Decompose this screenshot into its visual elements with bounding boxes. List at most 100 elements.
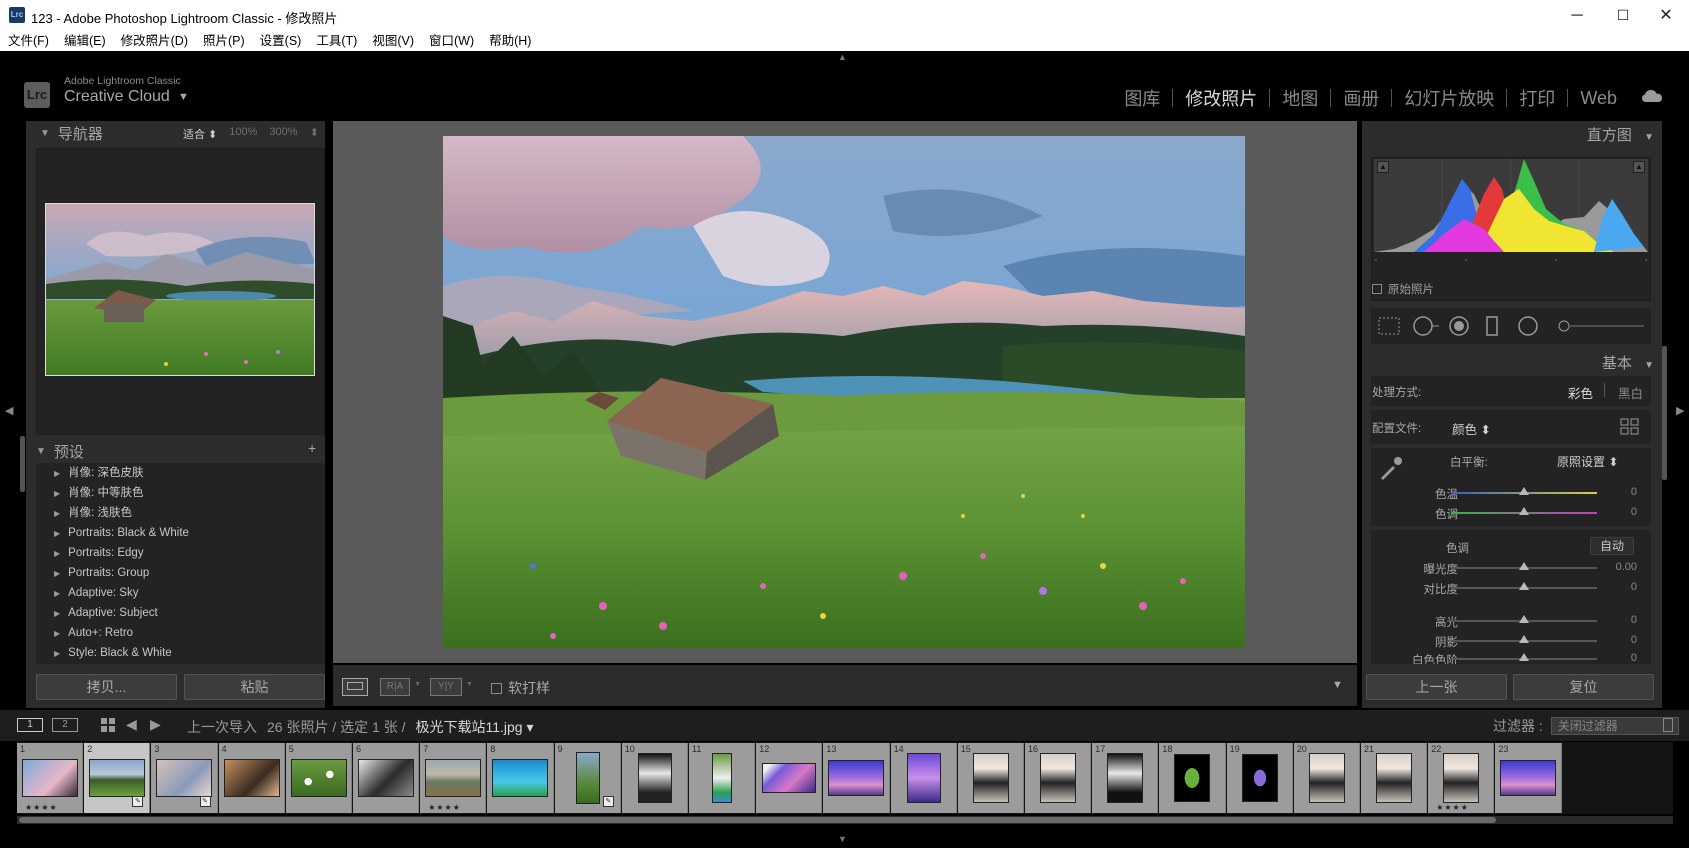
original-photo-checkbox[interactable] (1372, 284, 1382, 294)
filmstrip-thumbnail[interactable]: 22 ★★★★ (1428, 743, 1495, 813)
grid-view-icon[interactable] (100, 717, 116, 736)
add-preset-icon[interactable]: + (308, 440, 316, 456)
thumbnail-image[interactable] (223, 759, 280, 797)
thumbnail-image[interactable] (1443, 753, 1480, 803)
thumbnail-image[interactable] (492, 759, 549, 797)
thumbnail-image[interactable] (290, 759, 347, 797)
radial-filter-tool-icon[interactable] (1517, 315, 1539, 342)
soft-proofing-toggle[interactable]: 软打样 (491, 678, 550, 698)
spot-removal-tool-icon[interactable] (1412, 315, 1440, 342)
tint-value[interactable]: 0 (1631, 506, 1637, 518)
menu-help[interactable]: 帮助(H) (481, 31, 538, 51)
filmstrip-thumbnail[interactable]: 21 (1361, 743, 1428, 813)
collapse-triangle-icon[interactable]: ▼ (36, 446, 46, 457)
preset-folder[interactable]: ▶ Adaptive: Sky (36, 583, 325, 603)
back-arrow-icon[interactable]: ◀ (126, 716, 137, 733)
expand-triangle-icon[interactable]: ▶ (54, 489, 60, 498)
left-panel-scrollbar[interactable] (20, 436, 25, 492)
adjustment-brush-slider-icon[interactable] (1556, 315, 1646, 342)
menu-file[interactable]: 文件(F) (0, 31, 56, 51)
filmstrip-thumbnail[interactable]: 1 ★★★★ (17, 743, 84, 813)
zoom-fit[interactable]: 适合 ⬍ (183, 126, 217, 142)
thumbnail-image[interactable] (22, 759, 79, 797)
module-web[interactable]: Web (1568, 88, 1629, 109)
crop-tool-icon[interactable] (1376, 315, 1402, 342)
preset-folder[interactable]: ▶ 肖像: 中等肤色 (36, 483, 325, 503)
thumbnail-image[interactable] (1174, 754, 1211, 802)
highlights-slider-knob[interactable] (1519, 615, 1529, 623)
copy-settings-button[interactable]: 拷贝... (36, 674, 177, 700)
main-window-button[interactable]: 1 (17, 718, 43, 732)
filmstrip-thumbnail[interactable]: 19 (1226, 743, 1293, 813)
before-after-left-right-button[interactable]: R|A (380, 678, 410, 696)
star-rating[interactable]: ★★★★ (428, 803, 461, 812)
loupe-view-icon[interactable] (342, 678, 368, 696)
thumbnail-image[interactable] (89, 759, 146, 797)
preset-folder[interactable]: ▶ Portraits: Group (36, 563, 325, 583)
filmstrip-thumbnail[interactable]: 10 (621, 743, 688, 813)
thumbnail-image[interactable] (828, 760, 885, 796)
temp-slider-row[interactable]: 色温 0 (1371, 484, 1651, 502)
module-develop[interactable]: 修改照片 (1173, 85, 1269, 111)
identity-plate-text[interactable]: Creative Cloud (64, 88, 170, 106)
close-button[interactable]: ✕ (1643, 0, 1689, 31)
reset-button[interactable]: 复位 (1513, 674, 1654, 700)
white-balance-dropdown[interactable]: 原照设置 ⬍ (1557, 453, 1618, 470)
right-panel-scrollbar[interactable] (1662, 346, 1667, 480)
filmstrip-thumbnail[interactable]: 5 (285, 743, 352, 813)
filter-lock-icon[interactable] (1663, 718, 1673, 732)
histogram-graph[interactable]: ▲ ▲ (1374, 159, 1648, 252)
contrast-slider-knob[interactable] (1519, 582, 1529, 590)
identity-caret-icon[interactable]: ▼ (178, 91, 189, 103)
thumbnail-image[interactable] (425, 759, 482, 797)
filmstrip-scrollbar[interactable] (19, 817, 1496, 823)
thumbnail-image[interactable] (712, 753, 733, 803)
star-rating[interactable]: ★★★★ (1436, 803, 1469, 812)
filmstrip-thumbnail[interactable]: 9 ✎ (554, 743, 621, 813)
filmstrip-thumbnail[interactable]: 23 (1495, 743, 1562, 813)
navigator-header[interactable]: ▼ 导航器 (30, 121, 180, 145)
white-balance-eyedropper-icon[interactable] (1376, 452, 1406, 485)
shadows-value[interactable]: 0 (1631, 634, 1637, 646)
treatment-color-option[interactable]: 彩色 (1568, 383, 1593, 402)
bottom-panel-toggle-icon[interactable]: ▼ (838, 834, 847, 844)
filmstrip-thumbnail[interactable]: 6 (353, 743, 420, 813)
menu-edit[interactable]: 编辑(E) (56, 31, 113, 51)
contrast-value[interactable]: 0 (1631, 581, 1637, 593)
highlights-slider-row[interactable]: 高光 0 (1371, 612, 1651, 630)
module-library[interactable]: 图库 (1112, 85, 1172, 111)
thumbnail-image[interactable] (1040, 753, 1077, 803)
filmstrip-thumbnail[interactable]: 13 (823, 743, 890, 813)
preset-folder[interactable]: ▶ Auto+: Retro (36, 623, 325, 643)
preset-folder[interactable]: ▶ 肖像: 浅肤色 (36, 503, 325, 523)
forward-arrow-icon[interactable]: ▶ (150, 716, 161, 733)
thumbnail-image[interactable] (1241, 754, 1278, 802)
thumbnail-image[interactable] (637, 753, 672, 803)
module-book[interactable]: 画册 (1331, 85, 1391, 111)
shadow-clipping-icon[interactable]: ▲ (1377, 161, 1389, 173)
top-panel-toggle-icon[interactable]: ▲ (838, 52, 847, 62)
thumbnail-image[interactable] (906, 753, 941, 803)
expand-triangle-icon[interactable]: ▶ (54, 629, 60, 638)
menu-tools[interactable]: 工具(T) (308, 31, 364, 51)
expand-triangle-icon[interactable]: ▶ (54, 509, 60, 518)
filmstrip-thumbnail[interactable]: 7 ★★★★ (420, 743, 487, 813)
exposure-slider-row[interactable]: 曝光度 0.00 (1371, 559, 1651, 577)
filmstrip-thumbnail[interactable]: 20 (1293, 743, 1360, 813)
profile-browser-grid-icon[interactable] (1620, 418, 1640, 439)
dropdown-arrow-icon[interactable]: ▼ (466, 681, 473, 688)
thumbnail-image[interactable] (358, 759, 415, 797)
minimize-button[interactable]: ─ (1554, 0, 1600, 31)
original-photo-toggle[interactable]: 原始照片 (1372, 281, 1434, 297)
expand-triangle-icon[interactable]: ▶ (54, 569, 60, 578)
cloud-sync-icon[interactable] (1641, 88, 1663, 104)
filmstrip-thumbnail[interactable]: 3 ✎ (151, 743, 218, 813)
filmstrip-thumbnail[interactable]: 4 (218, 743, 285, 813)
thumbnail-image[interactable] (1308, 753, 1345, 803)
maximize-button[interactable]: ☐ (1600, 0, 1646, 31)
preset-folder[interactable]: ▶ Portraits: Edgy (36, 543, 325, 563)
main-photo[interactable] (443, 136, 1245, 648)
preset-folder[interactable]: ▶ Adaptive: Subject (36, 603, 325, 623)
thumbnail-image[interactable] (575, 752, 600, 804)
filmstrip-thumbnail[interactable]: 18 (1159, 743, 1226, 813)
